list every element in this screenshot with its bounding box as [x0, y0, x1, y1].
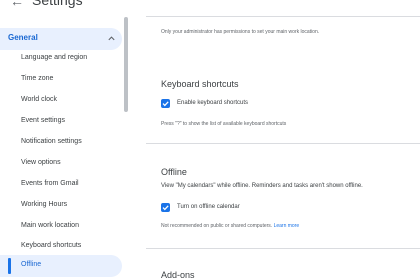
keyboard-shortcuts-label[interactable]: Enable keyboard shortcuts [177, 100, 248, 106]
sidebar-section-label: General [8, 33, 38, 42]
sidebar-item-events-from-gmail[interactable]: Events from Gmail [21, 179, 79, 189]
add-ons-title: Add-ons [161, 270, 195, 280]
page-title: Settings [32, 0, 83, 8]
settings-sidebar: General Language and region Time zone Wo… [0, 15, 128, 280]
keyboard-shortcuts-checkbox[interactable] [161, 99, 170, 108]
sidebar-item-view-options[interactable]: View options [21, 158, 61, 168]
offline-calendar-label[interactable]: Turn on offline calendar [177, 204, 240, 210]
sidebar-item-keyboard-shortcuts[interactable]: Keyboard shortcuts [21, 241, 81, 251]
arrow-back-icon[interactable]: ← [10, 0, 24, 8]
sidebar-item-label: Offline [21, 261, 42, 268]
offline-note: Not recommended on public or shared comp… [161, 223, 299, 229]
settings-main: Only your administrator has permissions … [128, 0, 420, 280]
sidebar-item-main-work-location[interactable]: Main work location [21, 221, 79, 231]
section-divider [146, 16, 420, 17]
selection-indicator [8, 258, 11, 274]
sidebar-item-time-zone[interactable]: Time zone [21, 74, 53, 84]
offline-note-text: Not recommended on public or shared comp… [161, 223, 273, 229]
sidebar-item-offline[interactable]: Offline [0, 255, 122, 277]
section-divider [146, 248, 420, 249]
sidebar-item-event-settings[interactable]: Event settings [21, 116, 65, 126]
sidebar-item-world-clock[interactable]: World clock [21, 95, 57, 105]
sidebar-item-notification-settings[interactable]: Notification settings [21, 137, 82, 147]
keyboard-shortcuts-title: Keyboard shortcuts [161, 79, 239, 89]
offline-description: View "My calendars" while offline. Remin… [161, 183, 363, 189]
location-note: Only your administrator has permissions … [161, 29, 320, 35]
sidebar-item-working-hours[interactable]: Working Hours [21, 200, 67, 210]
sidebar-section-general[interactable]: General [0, 28, 122, 50]
check-icon [162, 205, 169, 211]
chevron-up-icon [108, 36, 115, 41]
check-icon [162, 101, 169, 107]
offline-title: Offline [161, 167, 187, 177]
section-divider [146, 143, 420, 144]
learn-more-link[interactable]: Learn more [274, 223, 300, 229]
offline-calendar-checkbox[interactable] [161, 203, 170, 212]
sidebar-item-language-and-region[interactable]: Language and region [21, 53, 87, 63]
keyboard-shortcuts-help: Press "?" to show the list of available … [161, 121, 287, 127]
